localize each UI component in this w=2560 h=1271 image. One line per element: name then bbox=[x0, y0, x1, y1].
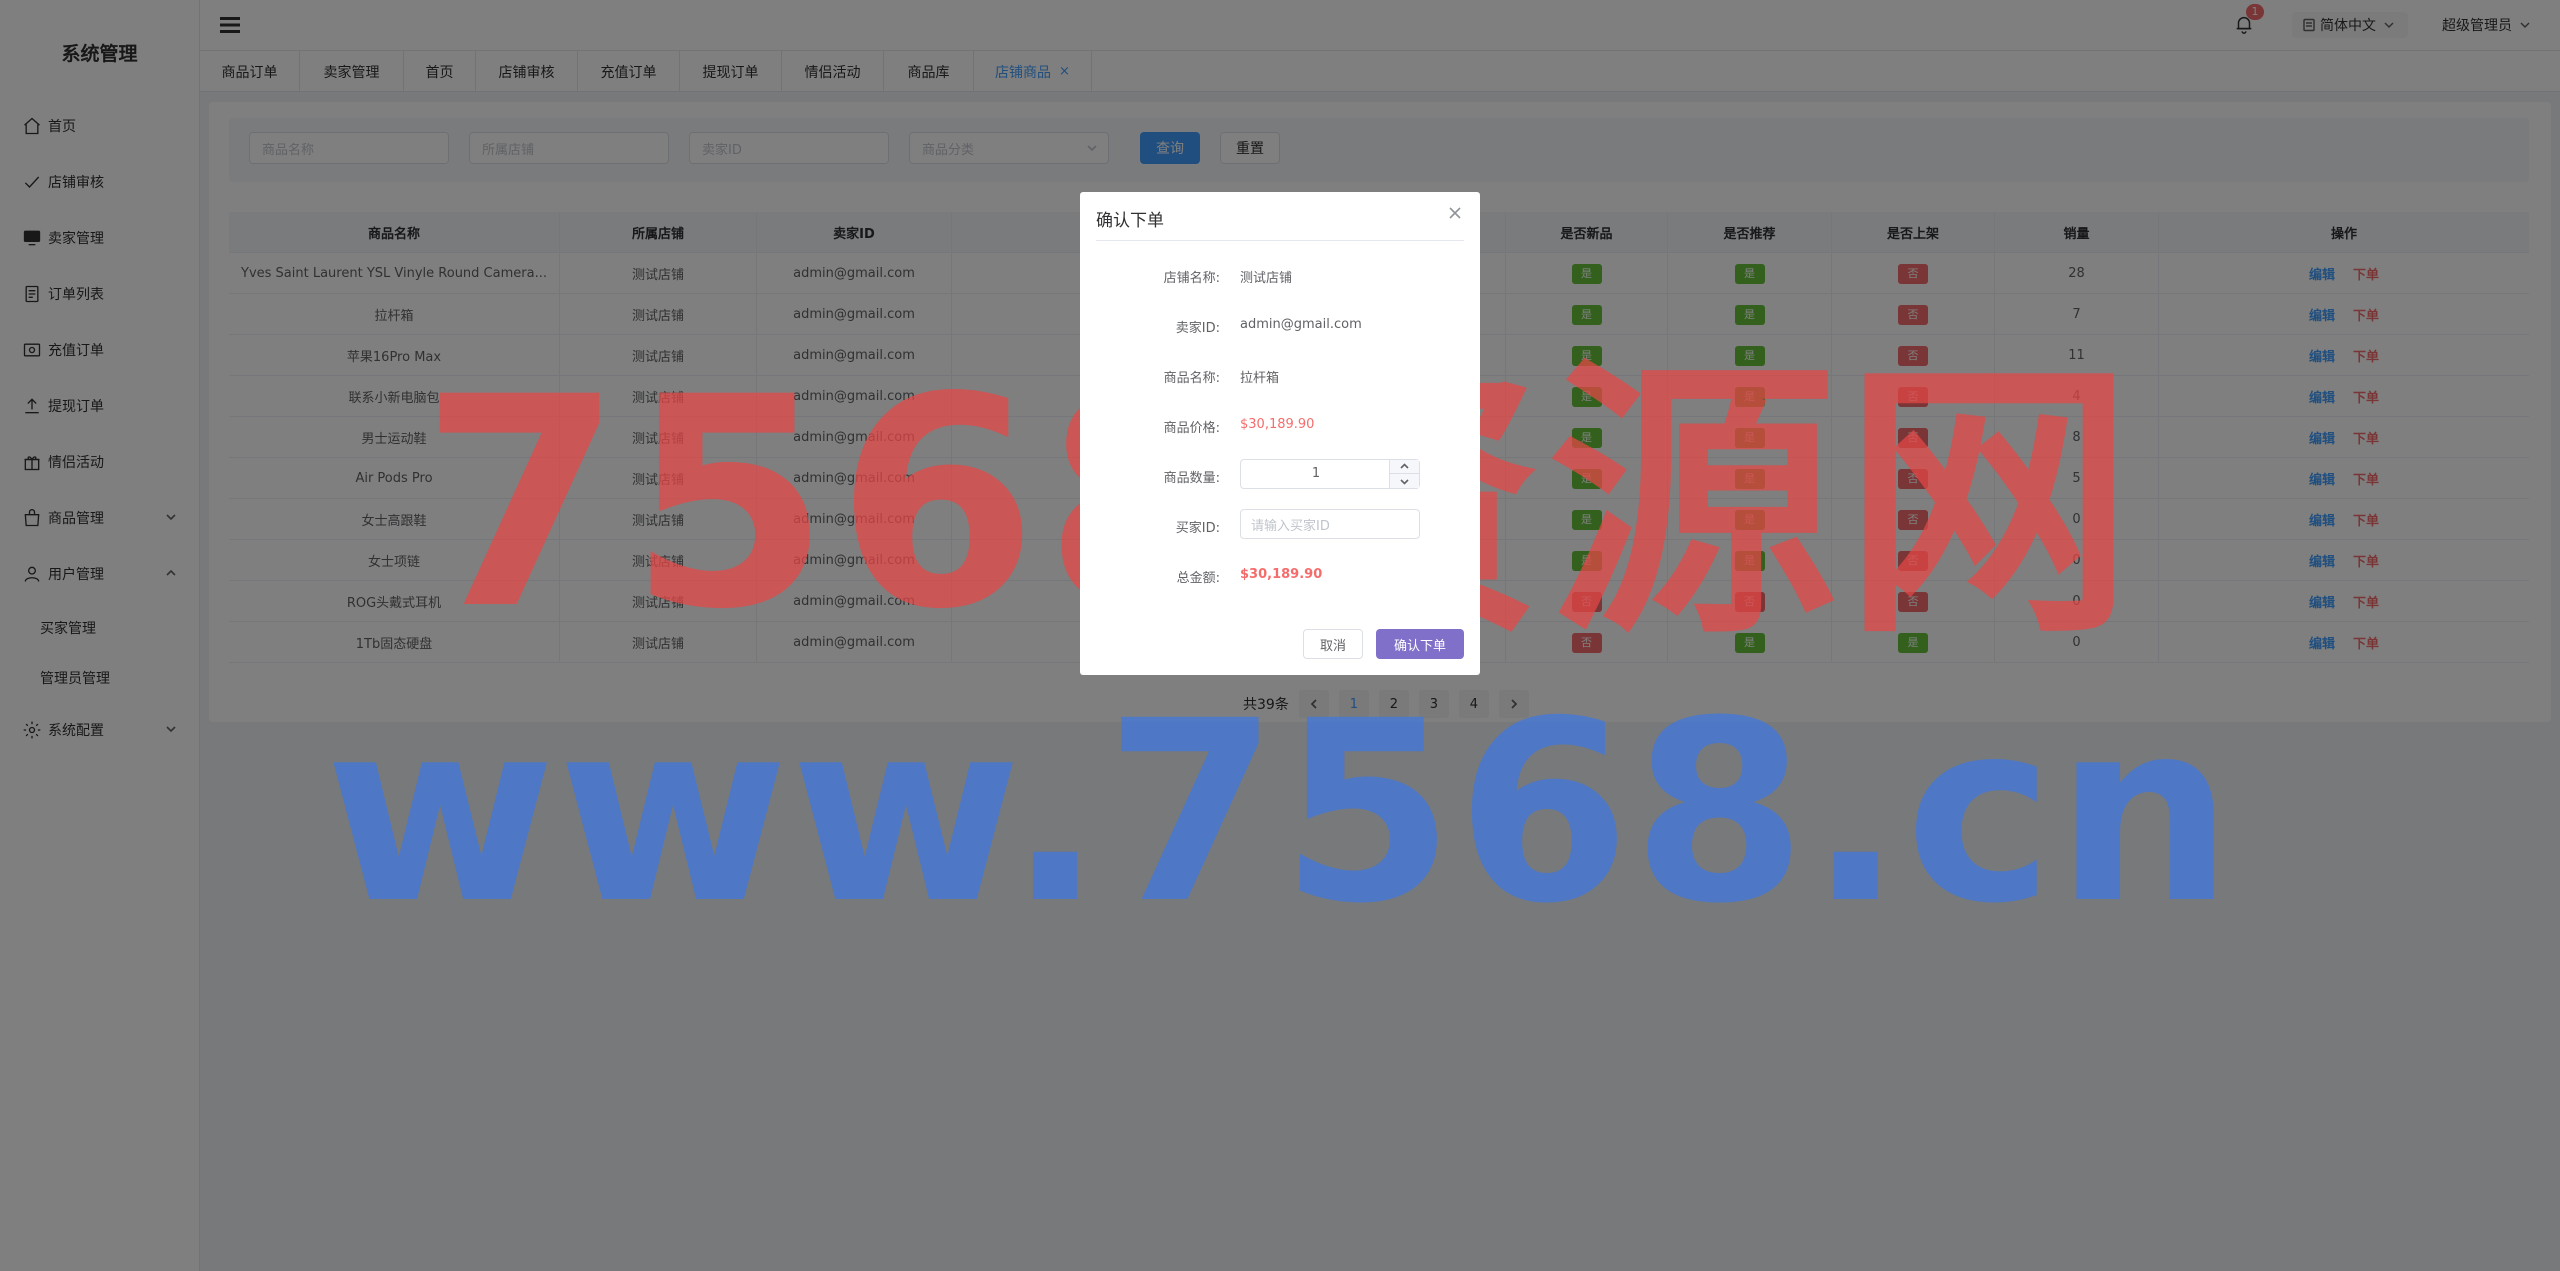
cancel-button[interactable]: 取消 bbox=[1303, 629, 1363, 659]
price-value: $30,189.90 bbox=[1240, 417, 1315, 432]
quantity-stepper[interactable]: 1 bbox=[1240, 459, 1420, 489]
quantity-value: 1 bbox=[1311, 466, 1321, 481]
total-label: 总金额: bbox=[1176, 571, 1220, 586]
buyer-id-input[interactable]: 请输入买家ID bbox=[1240, 509, 1420, 539]
dialog-title: 确认下单 bbox=[1096, 211, 1164, 231]
close-icon[interactable] bbox=[1448, 206, 1462, 220]
confirm-order-button[interactable]: 确认下单 bbox=[1376, 629, 1464, 659]
product-label: 商品名称: bbox=[1163, 371, 1220, 386]
confirm-order-dialog: 确认下单 店铺名称: 测试店铺 卖家ID: admin@gmail.com 商品… bbox=[1080, 192, 1480, 675]
seller-label: 卖家ID: bbox=[1175, 321, 1220, 336]
chevron-up-icon bbox=[1400, 463, 1409, 469]
total-value: $30,189.90 bbox=[1240, 567, 1323, 582]
product-value: 拉杆箱 bbox=[1240, 371, 1280, 386]
price-label: 商品价格: bbox=[1163, 421, 1220, 436]
seller-value: admin@gmail.com bbox=[1240, 317, 1362, 332]
store-value: 测试店铺 bbox=[1240, 271, 1293, 286]
store-label: 店铺名称: bbox=[1163, 271, 1220, 286]
chevron-down-icon bbox=[1400, 478, 1409, 485]
decrease-button[interactable] bbox=[1390, 474, 1419, 488]
stepper-controls bbox=[1389, 460, 1419, 488]
buyer-label: 买家ID: bbox=[1175, 521, 1220, 536]
increase-button[interactable] bbox=[1390, 460, 1419, 474]
quantity-label: 商品数量: bbox=[1163, 471, 1220, 486]
dialog-divider bbox=[1096, 240, 1464, 241]
